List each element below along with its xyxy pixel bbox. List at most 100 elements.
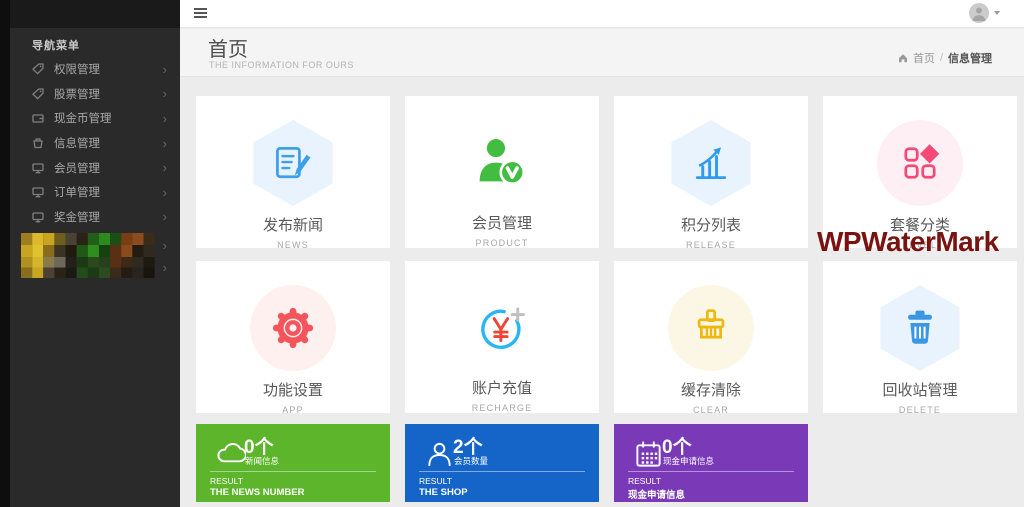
- hexagon-badge: [876, 285, 964, 371]
- home-icon: [898, 53, 908, 63]
- card-title: 会员管理: [472, 212, 532, 233]
- stat-member-count: 2个 会员数量 RESULT THE SHOP: [405, 424, 599, 502]
- stat-detail: 现金申请信息: [628, 487, 685, 501]
- broom-icon: [689, 306, 733, 350]
- stat-result: RESULT: [210, 476, 243, 486]
- chevron-right-icon: ›: [163, 161, 167, 174]
- stat-result: RESULT: [419, 476, 452, 486]
- edit-document-icon: [271, 141, 315, 185]
- page-header: 首页 THE INFORMATION FOR OURS 首页 / 信息管理: [180, 29, 1024, 77]
- trash-icon: [898, 306, 942, 350]
- card-publish-news[interactable]: 发布新闻 NEWS: [196, 96, 390, 248]
- sidebar-menu: 权限管理› 股票管理 › 现金币管理 › 信息管理› 会员管理 › 订单管理 › 奖金管…: [10, 57, 180, 278]
- yuan-recharge-icon: [475, 300, 529, 354]
- stat-label: 新闻信息: [245, 455, 279, 467]
- sidebar-item-label: 现金币管理: [54, 110, 112, 126]
- hamburger-menu-icon[interactable]: [194, 8, 207, 19]
- category-icon: [898, 141, 942, 185]
- stat-row: 0个 新闻信息 RESULT THE NEWS NUMBER 2个 会员数量 R…: [196, 424, 808, 502]
- monitor-icon: [32, 186, 44, 198]
- page-subtitle: THE INFORMATION FOR OURS: [209, 60, 354, 70]
- sidebar-item-label: 订单管理: [54, 184, 100, 200]
- tag-icon: [32, 63, 44, 75]
- stat-label: 会员数量: [454, 455, 488, 467]
- sidebar-item-label: 奖金管理: [54, 209, 100, 225]
- hexagon-badge: [667, 120, 755, 206]
- basket-icon: [32, 137, 44, 149]
- bar-chart-icon: [689, 141, 733, 185]
- stat-news-count: 0个 新闻信息 RESULT THE NEWS NUMBER: [196, 424, 390, 502]
- card-subtitle: PRODUCT: [476, 238, 529, 248]
- card-title: 积分列表: [681, 214, 741, 235]
- stat-label: 现金申请信息: [663, 455, 714, 467]
- chevron-right-icon: ›: [163, 63, 167, 76]
- monitor-icon: [32, 162, 44, 174]
- member-badge-icon: [473, 133, 531, 191]
- chevron-right-icon: ›: [163, 239, 167, 252]
- user-icon: [424, 439, 455, 470]
- monitor-icon: [32, 211, 44, 223]
- pixelated-mosaic: [21, 233, 155, 257]
- sidebar-item-label: 股票管理: [54, 86, 100, 102]
- card-subtitle: DELETE: [899, 405, 941, 415]
- chevron-right-icon: ›: [163, 137, 167, 150]
- card-feature-settings[interactable]: 功能设置 APP: [196, 261, 390, 413]
- stat-detail: THE SHOP: [419, 487, 468, 498]
- card-cache-clear[interactable]: 缓存清除 CLEAR: [614, 261, 808, 413]
- user-avatar-button[interactable]: [969, 3, 1000, 23]
- wallet-icon: [32, 112, 44, 124]
- card-title: 发布新闻: [263, 214, 323, 235]
- sidebar-item-blurred[interactable]: ›: [10, 233, 180, 257]
- sidebar: 导航菜单 权限管理› 股票管理 › 现金币管理 › 信息管理› 会员管理 › 订单管理…: [0, 0, 180, 507]
- stat-cash-request-count: 0个 现金申请信息 RESULT 现金申请信息: [614, 424, 808, 502]
- divider: [419, 471, 585, 472]
- card-account-recharge[interactable]: 账户充值 RECHARGE: [405, 261, 599, 413]
- sidebar-item-orders[interactable]: 订单管理 ›: [10, 180, 180, 205]
- sidebar-top-band: [10, 0, 180, 28]
- card-title: 功能设置: [263, 379, 323, 400]
- sidebar-item-bonus[interactable]: 奖金管理 ›: [10, 205, 180, 230]
- sidebar-edge-strip: [0, 0, 10, 507]
- stat-result: RESULT: [628, 476, 661, 486]
- card-recycle-bin[interactable]: 回收站管理 DELETE: [823, 261, 1017, 413]
- sidebar-item-blurred[interactable]: ›: [10, 257, 180, 278]
- chevron-right-icon: ›: [163, 210, 167, 223]
- chevron-right-icon: ›: [163, 112, 167, 125]
- breadcrumb-current: 信息管理: [948, 50, 992, 66]
- card-member-management[interactable]: 会员管理 PRODUCT: [405, 96, 599, 248]
- chevron-right-icon: ›: [163, 87, 167, 100]
- chevron-right-icon: ›: [163, 261, 167, 274]
- divider: [628, 471, 794, 472]
- nav-menu-header: 导航菜单: [32, 37, 80, 53]
- gear-icon: [270, 305, 316, 351]
- card-subtitle: CLEAR: [693, 405, 729, 415]
- card-points-list[interactable]: 积分列表 RELEASE: [614, 96, 808, 248]
- cloud-icon: [215, 439, 246, 470]
- pixelated-mosaic: [21, 257, 155, 278]
- card-subtitle: NEWS: [277, 240, 309, 250]
- divider: [210, 471, 376, 472]
- sidebar-item-information[interactable]: 信息管理›: [10, 131, 180, 156]
- card-subtitle: APP: [282, 405, 304, 415]
- person-icon: [969, 3, 989, 23]
- sidebar-item-stocks[interactable]: 股票管理 ›: [10, 82, 180, 107]
- card-title: 缓存清除: [681, 379, 741, 400]
- tag-icon: [32, 88, 44, 100]
- sidebar-item-members[interactable]: 会员管理 ›: [10, 155, 180, 180]
- page-title: 首页: [208, 33, 248, 62]
- sidebar-item-cash-coin[interactable]: 现金币管理 ›: [10, 106, 180, 131]
- circle-badge: [668, 285, 754, 371]
- circle-badge: [250, 285, 336, 371]
- card-subtitle: RELEASE: [686, 240, 736, 250]
- card-title: 账户充值: [472, 377, 532, 398]
- sidebar-item-label: 会员管理: [54, 160, 100, 176]
- card-subtitle: RECHARGE: [472, 403, 533, 413]
- calendar-icon: [633, 439, 664, 470]
- chevron-right-icon: ›: [163, 186, 167, 199]
- stat-detail: THE NEWS NUMBER: [210, 487, 304, 498]
- card-title: 回收站管理: [882, 379, 957, 400]
- sidebar-item-permissions[interactable]: 权限管理›: [10, 57, 180, 82]
- breadcrumb-home[interactable]: 首页: [913, 50, 935, 66]
- avatar: [969, 3, 989, 23]
- hexagon-badge: [249, 120, 337, 206]
